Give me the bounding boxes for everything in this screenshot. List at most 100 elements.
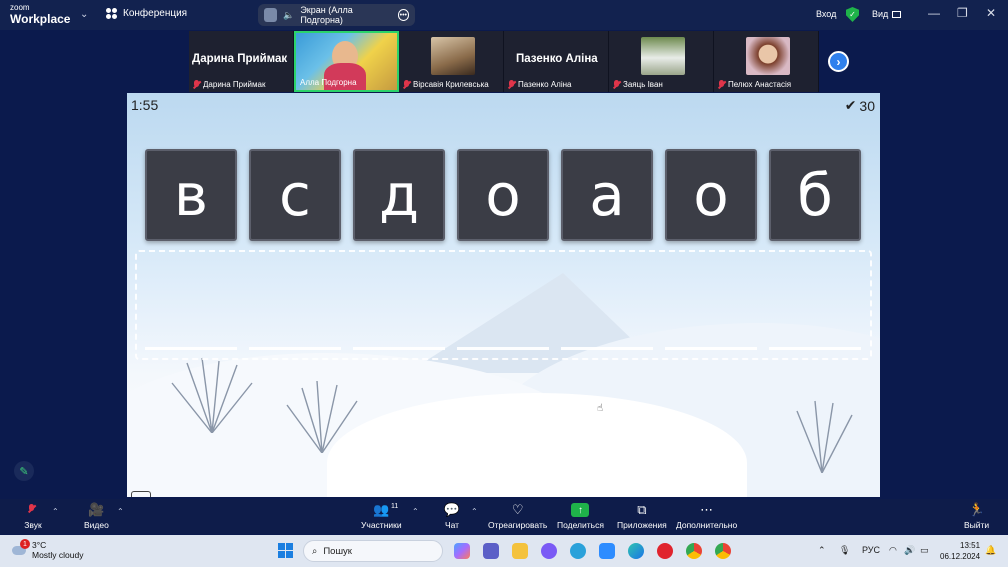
screen-share-indicator[interactable]: 🔈 Экран (Алла Подгорна) ••• <box>258 4 415 26</box>
answer-slot[interactable] <box>145 347 237 350</box>
screen-share-label: Экран (Алла Подгорна) <box>300 5 353 25</box>
weather-text: Mostly cloudy <box>32 550 84 561</box>
checkmark-icon: ✔ <box>844 97 857 113</box>
grid-view-icon <box>892 10 902 18</box>
letter-tile[interactable]: о <box>665 149 757 241</box>
more-options-icon[interactable]: ••• <box>397 9 409 21</box>
answer-slot[interactable] <box>769 347 861 350</box>
security-shield-icon[interactable]: ✓ <box>846 7 859 22</box>
audio-label: Звук <box>24 520 42 530</box>
participant-label: Дарина Приймак <box>193 80 265 89</box>
answer-slot[interactable] <box>665 347 757 350</box>
audio-button[interactable]: Звук <box>24 502 42 530</box>
conference-menu[interactable]: Конференция <box>106 8 187 19</box>
participant-photo <box>641 37 685 75</box>
participant-tile[interactable]: Пелюх Анастасія <box>714 31 819 92</box>
snowy-bush <box>796 400 853 473</box>
restore-icon[interactable]: ❐ <box>957 6 968 20</box>
microphone-icon[interactable]: 🎙 <box>839 545 850 556</box>
fullscreen-icon[interactable] <box>131 491 151 497</box>
react-button[interactable]: ♡ Отреагировать <box>488 502 547 530</box>
participant-label: Пелюх Анастасія <box>718 80 791 89</box>
letter-tile[interactable]: о <box>457 149 549 241</box>
chat-icon: 💬 <box>443 502 461 517</box>
chevron-down-icon[interactable]: ⌄ <box>80 9 88 20</box>
volume-icon[interactable]: 🔊 <box>904 545 915 556</box>
taskbar-search[interactable]: ⌕ Пошук <box>303 540 443 562</box>
windows-start-icon[interactable] <box>278 543 293 558</box>
answer-slot[interactable] <box>353 347 445 350</box>
viber-icon[interactable] <box>541 543 557 559</box>
system-clock[interactable]: 13:51 06.12.2024 <box>940 541 980 563</box>
search-placeholder: Пошук <box>323 545 352 557</box>
next-page-arrow-icon[interactable]: › <box>828 51 849 72</box>
chat-button[interactable]: 💬 Чат <box>443 502 461 530</box>
video-off-icon: 🎥 <box>88 502 105 517</box>
score-value: 30 <box>859 97 875 114</box>
letter-tile[interactable]: с <box>249 149 341 241</box>
leave-label: Выйти <box>964 520 990 530</box>
answer-drop-zone[interactable] <box>135 250 872 360</box>
game-score: ✔ 30 <box>845 97 875 114</box>
answer-slot[interactable] <box>249 347 341 350</box>
hand-cursor-icon: ☝ <box>597 403 604 414</box>
answer-slot[interactable] <box>561 347 653 350</box>
temperature: 3°C <box>32 540 47 550</box>
leave-button[interactable]: 🏃 Выйти <box>964 502 989 530</box>
letter-tile[interactable]: а <box>561 149 653 241</box>
participant-tile-active[interactable]: Алла Подгорна <box>294 31 399 92</box>
snowy-bush <box>171 357 253 433</box>
game-timer: 1:55 <box>131 97 159 113</box>
edge-icon[interactable] <box>628 543 644 559</box>
share-label: Поделиться <box>557 520 604 530</box>
letter-tile[interactable]: д <box>353 149 445 241</box>
participant-name: Вірсавія Крилевська <box>413 80 489 89</box>
chevron-up-icon[interactable]: ⌃ <box>117 507 124 516</box>
chevron-up-icon[interactable]: ⌃ <box>412 507 419 516</box>
annotate-pen-icon[interactable]: ✎ <box>14 461 34 481</box>
minimize-icon[interactable]: — <box>928 6 940 20</box>
chevron-up-icon[interactable]: ⌃ <box>471 507 478 516</box>
letter-tile[interactable]: б <box>769 149 861 241</box>
apps-button[interactable]: ⧉ Приложения <box>617 502 667 530</box>
participant-label: Вірсавія Крилевська <box>403 80 489 89</box>
mic-muted-icon <box>24 502 42 518</box>
mic-muted-icon <box>403 80 410 89</box>
copilot-icon[interactable] <box>454 543 470 559</box>
zoom-app-icon[interactable] <box>599 543 615 559</box>
shared-screen-game: 1:55 ✔ 30 в с д о а о б ☝ <box>127 93 880 497</box>
tray-overflow-icon[interactable]: ⌃ <box>818 545 826 556</box>
notifications-bell-icon[interactable]: 🔔 <box>985 545 996 556</box>
wifi-icon[interactable]: ◠ <box>889 545 897 556</box>
letter-tile[interactable]: в <box>145 149 237 241</box>
input-language[interactable]: РУС <box>862 545 880 555</box>
chevron-up-icon[interactable]: ⌃ <box>52 507 59 516</box>
participant-label: Пазенко Аліна <box>508 80 571 89</box>
speaker-icon: 🔈 <box>283 9 295 20</box>
participant-tile[interactable]: Вірсавія Крилевська <box>399 31 504 92</box>
participant-name: Дарина Приймак <box>203 80 266 89</box>
participant-name: Пазенко Аліна <box>518 80 572 89</box>
answer-slots <box>145 347 861 350</box>
telegram-icon[interactable] <box>570 543 586 559</box>
chrome-icon[interactable] <box>686 543 702 559</box>
share-button[interactable]: ↑ Поделиться <box>557 502 604 530</box>
more-button[interactable]: ⋯ Дополнительно <box>676 502 737 530</box>
participant-tile[interactable]: Дарина Приймак Дарина Приймак <box>189 31 294 92</box>
participant-tile[interactable]: Заяць Іван <box>609 31 714 92</box>
battery-icon[interactable]: ▭ <box>920 545 929 556</box>
participant-tile[interactable]: Пазенко Аліна Пазенко Аліна <box>504 31 609 92</box>
conference-label: Конференция <box>123 8 188 19</box>
opera-icon[interactable] <box>657 543 673 559</box>
participant-name: Пелюх Анастасія <box>728 80 792 89</box>
participant-name: Заяць Іван <box>623 80 663 89</box>
mic-muted-icon <box>508 80 515 89</box>
file-explorer-icon[interactable] <box>512 543 528 559</box>
video-button[interactable]: 🎥 Видео <box>84 502 109 530</box>
close-icon[interactable]: ✕ <box>986 6 996 20</box>
answer-slot[interactable] <box>457 347 549 350</box>
signin-button[interactable]: Вход <box>816 9 836 19</box>
teams-icon[interactable] <box>483 543 499 559</box>
chrome-profile-icon[interactable] <box>715 543 731 559</box>
view-button[interactable]: Вид <box>872 9 902 19</box>
